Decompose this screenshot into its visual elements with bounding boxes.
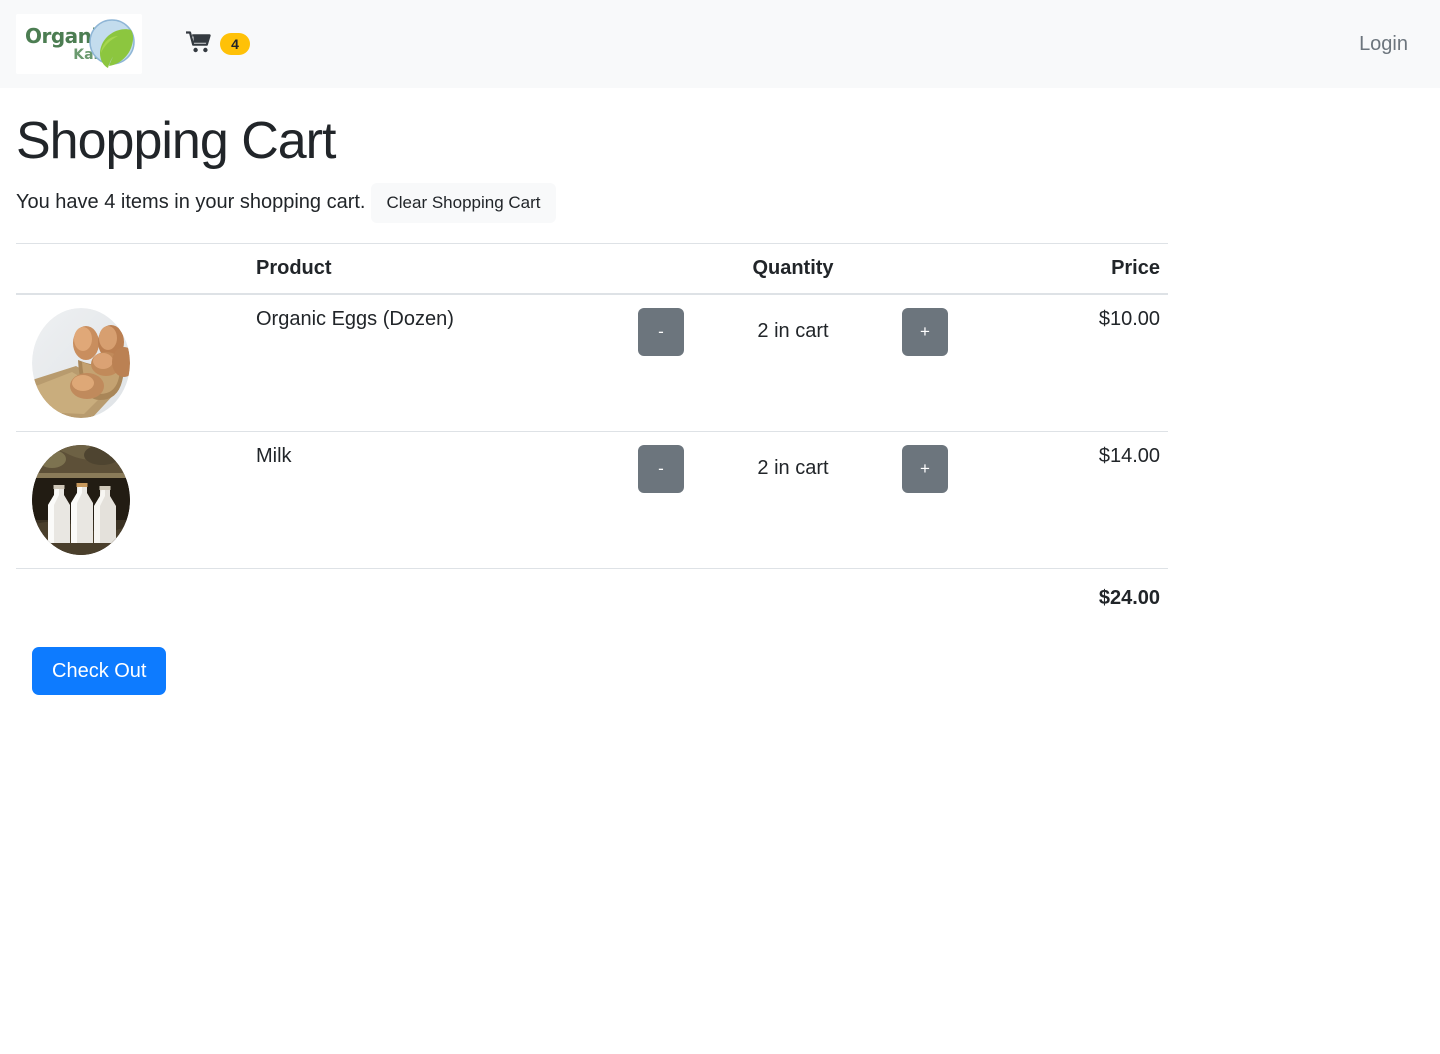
cell-product-image xyxy=(16,293,248,432)
column-header-image xyxy=(16,242,248,295)
total-spacer-3 xyxy=(628,568,958,623)
quantity-label: 2 in cart xyxy=(757,320,829,343)
quantity-stepper: - 2 in cart + xyxy=(636,307,950,356)
milk-bottles-thumbnail xyxy=(32,444,130,555)
cell-price: $14.00 xyxy=(958,431,1168,569)
table-header-row: Product Quantity Price xyxy=(16,242,1168,295)
check-out-button[interactable]: Check Out xyxy=(32,646,167,695)
login-link[interactable]: Login xyxy=(1359,33,1408,56)
cart-table-head: Product Quantity Price xyxy=(16,242,1168,295)
decrement-quantity-button[interactable]: - xyxy=(638,307,684,356)
cart-table: Product Quantity Price Organic Eggs (Doz… xyxy=(16,242,1168,623)
clear-shopping-cart-button[interactable]: Clear Shopping Cart xyxy=(371,182,556,223)
cart-summary-text: You have 4 items in your shopping cart. xyxy=(16,191,366,214)
shopping-cart-icon xyxy=(186,30,212,58)
cart-total-row: $24.00 xyxy=(16,568,1168,623)
column-header-quantity: Quantity xyxy=(628,242,958,295)
increment-quantity-button[interactable]: + xyxy=(902,444,948,493)
cell-product-name: Milk xyxy=(248,431,628,569)
cart-count-badge: 4 xyxy=(220,33,250,55)
cell-product-image xyxy=(16,431,248,569)
cart-table-body: Organic Eggs (Dozen) - 2 in cart + $10.0… xyxy=(16,293,1168,623)
top-navbar: Organic Kart 4 Login xyxy=(0,0,1440,88)
total-spacer-2 xyxy=(248,568,628,623)
column-header-price: Price xyxy=(958,242,1168,295)
brand-logo[interactable]: Organic Kart xyxy=(16,14,142,74)
column-header-product: Product xyxy=(248,242,628,295)
table-row: Organic Eggs (Dozen) - 2 in cart + $10.0… xyxy=(16,293,1168,432)
cart-total-amount: $24.00 xyxy=(1098,586,1160,609)
organic-eggs-thumbnail xyxy=(32,307,130,418)
cart-widget[interactable]: 4 xyxy=(186,30,250,58)
cell-quantity: - 2 in cart + xyxy=(628,293,958,432)
increment-quantity-button[interactable]: + xyxy=(902,307,948,356)
cart-summary-row: You have 4 items in your shopping cart. … xyxy=(16,182,1424,223)
cell-quantity: - 2 in cart + xyxy=(628,431,958,569)
leaf-logo-icon xyxy=(84,16,142,74)
page-container: Shopping Cart You have 4 items in your s… xyxy=(0,114,1440,695)
decrement-quantity-button[interactable]: - xyxy=(638,444,684,493)
quantity-stepper: - 2 in cart + xyxy=(636,444,950,493)
cell-product-name: Organic Eggs (Dozen) xyxy=(248,293,628,432)
cell-price: $10.00 xyxy=(958,293,1168,432)
table-row: Milk - 2 in cart + $14.00 xyxy=(16,431,1168,569)
page-title: Shopping Cart xyxy=(16,112,336,170)
total-spacer-1 xyxy=(16,568,248,623)
quantity-label: 2 in cart xyxy=(757,457,829,480)
navbar-right-group: Login xyxy=(1359,33,1408,56)
